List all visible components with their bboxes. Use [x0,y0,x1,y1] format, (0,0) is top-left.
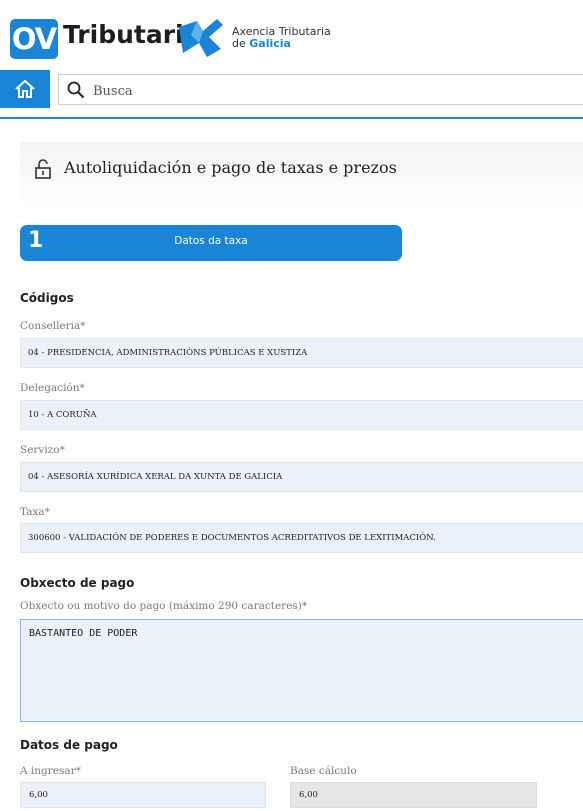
agency-name-line2: de Galicia [232,37,291,50]
search-box[interactable] [58,74,583,105]
taxa-field[interactable]: 300600 - VALIDACIÓN DE PODERES E DOCUMEN… [20,523,583,553]
a-ingresar-label: A ingresar* [20,765,81,777]
ov-logo-badge[interactable]: OV [10,19,58,59]
conselleria-label: Conselleria* [20,320,86,332]
header-divider [0,117,583,119]
conselleria-value: 04 - PRESIDENCIA, ADMINISTRACIÓNS PÚBLIC… [28,348,308,358]
agency-name-brand: Galicia [249,37,291,50]
base-calculo-label: Base cálculo [290,765,357,777]
lock-icon [35,159,51,179]
servizo-label: Servizo* [20,444,65,456]
step-indicator: 1 Datos da taxa [20,225,402,261]
home-icon [15,79,35,98]
step-label: Datos da taxa [174,235,248,247]
a-ingresar-value: 6,00 [29,790,48,800]
servizo-value: 04 - ASESORÍA XURÍDICA XERAL DA XUNTA DE… [28,472,283,482]
motivo-label: Obxecto ou motivo do pago (máximo 290 ca… [20,600,308,612]
agency-logo-icon[interactable] [177,13,225,61]
agency-name-prefix: de [232,37,250,50]
page-title-band [20,142,583,212]
page-title: Autoliquidación e pago de taxas e prezos [64,158,397,177]
a-ingresar-field[interactable]: 6,00 [20,782,266,808]
nav-bar [0,70,583,108]
home-button[interactable] [0,70,50,108]
taxa-value: 300600 - VALIDACIÓN DE PODERES E DOCUMEN… [28,533,436,543]
base-calculo-value: 6,00 [299,790,318,800]
delegacion-value: 10 - A CORUÑA [28,410,97,420]
datos-pago-heading: Datos de pago [20,738,118,752]
search-icon[interactable] [67,81,85,99]
codigos-heading: Códigos [20,291,74,305]
obxecto-heading: Obxecto de pago [20,576,135,590]
servizo-field[interactable]: 04 - ASESORÍA XURÍDICA XERAL DA XUNTA DE… [20,462,583,492]
motivo-value: BASTANTEO DE PODER [29,628,138,639]
taxa-label: Taxa* [20,506,50,518]
search-input[interactable] [91,79,575,103]
conselleria-field[interactable]: 04 - PRESIDENCIA, ADMINISTRACIÓNS PÚBLIC… [20,338,583,368]
motivo-textarea[interactable]: BASTANTEO DE PODER [20,619,583,722]
delegacion-field[interactable]: 10 - A CORUÑA [20,400,583,430]
site-header: OV Tributaria Axencia Tributaria de Gali… [0,0,583,70]
base-calculo-field: 6,00 [290,782,537,808]
delegacion-label: Delegación* [20,382,85,394]
